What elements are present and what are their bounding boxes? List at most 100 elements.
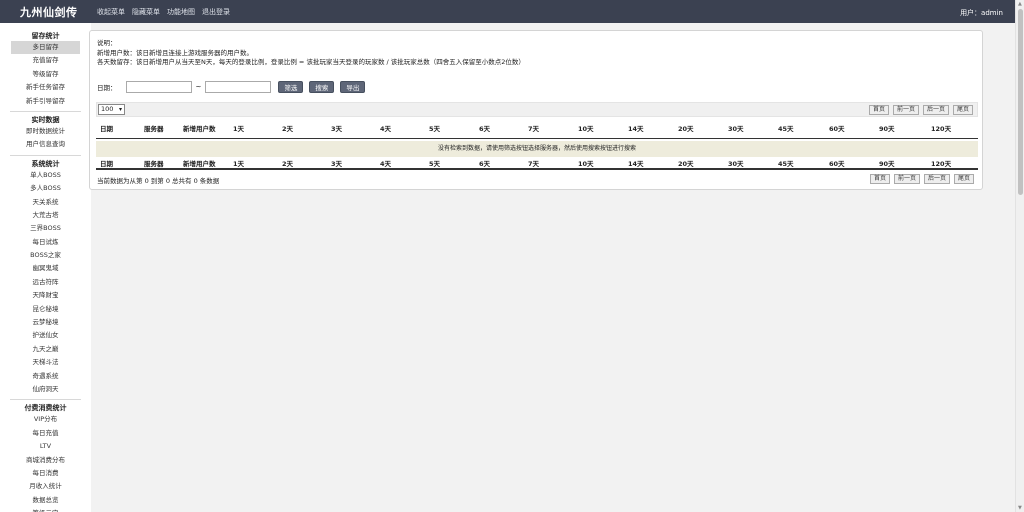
column-header[interactable]: 30天 [728,119,744,139]
sidebar-item[interactable]: 昆仑秘境 [0,303,91,316]
scroll-thumb[interactable] [1018,9,1023,195]
pager-next-button[interactable]: 后一页 [922,105,949,115]
column-header[interactable]: 2天 [282,119,293,139]
sidebar-item[interactable]: 每日充值 [0,427,91,440]
column-header[interactable]: 20天 [678,158,694,170]
sidebar-item[interactable]: 等级元宝 [0,507,91,512]
column-header[interactable]: 4天 [380,119,391,139]
pager-first-button[interactable]: 首页 [869,174,890,184]
column-header[interactable]: 30天 [728,158,744,170]
start-date-input[interactable] [125,81,192,93]
sidebar-item[interactable]: 等级留存 [0,68,91,81]
sidebar-item[interactable]: 奇遇系统 [0,370,91,383]
column-header[interactable]: 60天 [829,119,845,139]
column-header[interactable]: 4天 [380,158,391,170]
page-scrollbar[interactable]: ▲ ▼ [1015,0,1024,512]
column-header[interactable]: 日期 [100,119,113,139]
sidebar-item[interactable]: 幽冥鬼域 [0,262,91,275]
sidebar-item[interactable]: 充值留存 [0,54,91,67]
column-header[interactable]: 90天 [879,119,895,139]
pager-next-button[interactable]: 后一页 [923,174,950,184]
sidebar-item[interactable]: 九天之巅 [0,343,91,356]
column-header[interactable]: 7天 [528,158,539,170]
sidebar-item[interactable]: 新手引导留存 [0,95,91,108]
sidebar-group-title[interactable]: 付费消费统计 [0,403,91,413]
column-header[interactable]: 新增用户数 [183,158,216,170]
column-header[interactable]: 5天 [429,158,440,170]
column-header[interactable]: 45天 [778,119,794,139]
hide-menu-link[interactable]: 隐藏菜单 [132,7,160,17]
sidebar-item[interactable]: 月收入统计 [0,480,91,493]
sidebar-item[interactable]: 天关系统 [0,196,91,209]
column-header[interactable]: 3天 [331,119,342,139]
end-date-input[interactable] [205,81,272,93]
feature-map-link[interactable]: 功能地图 [167,7,195,17]
sidebar-item[interactable]: LTV [0,440,91,453]
pager-prev-button[interactable]: 前一页 [893,174,920,184]
pager-last-button[interactable]: 尾页 [952,105,973,115]
column-header[interactable]: 5天 [429,119,440,139]
pager-first-button[interactable]: 首页 [868,105,889,115]
collapse-menu-link[interactable]: 收起菜单 [97,7,125,17]
sidebar-item[interactable]: 云梦秘境 [0,316,91,329]
sidebar-item[interactable]: 每日试炼 [0,236,91,249]
sidebar-item[interactable]: 单人BOSS [0,169,91,182]
search-button[interactable]: 搜索 [309,81,335,93]
sidebar-item[interactable]: 仙府洞天 [0,383,91,396]
column-header[interactable]: 120天 [931,119,951,139]
sidebar-item[interactable]: BOSS之家 [0,249,91,262]
scroll-down-arrow-icon[interactable]: ▼ [1018,505,1022,511]
column-header[interactable]: 新增用户数 [183,119,216,139]
column-header[interactable]: 10天 [578,158,594,170]
pager-prev-button[interactable]: 前一页 [892,105,919,115]
column-header[interactable]: 7天 [528,119,539,139]
logout-link[interactable]: 退出登录 [202,7,230,17]
sidebar-item[interactable]: VIP分布 [0,413,91,426]
sidebar-item[interactable]: 天降财宝 [0,289,91,302]
column-header[interactable]: 1天 [233,158,244,170]
sidebar-item[interactable]: 数据总览 [0,494,91,507]
date-label: 日期： [97,84,117,92]
column-header[interactable]: 45天 [778,158,794,170]
column-header[interactable]: 2天 [282,158,293,170]
scroll-up-arrow-icon[interactable]: ▲ [1018,1,1022,7]
description-new-users: 新增用户数：该日新增且连接上游戏服务器的用户数。 [97,48,253,57]
sidebar-group-title[interactable]: 系统统计 [0,159,91,169]
sidebar-item[interactable]: 三界BOSS [0,222,91,235]
table-toolbar-bottom: 当前数据为从第 0 到第 0 总共有 0 条数据 首页 前一页 后一页 尾页 [96,172,978,187]
column-header[interactable]: 10天 [578,119,594,139]
column-header[interactable]: 6天 [479,119,490,139]
sidebar-item[interactable]: 用户信息查询 [0,138,91,151]
sidebar-item[interactable]: 即时数据统计 [0,125,91,138]
table-info: 当前数据为从第 0 到第 0 总共有 0 条数据 [97,177,220,185]
column-header[interactable]: 20天 [678,119,694,139]
column-header[interactable]: 3天 [331,158,342,170]
sidebar-item[interactable]: 天梯斗法 [0,356,91,369]
sidebar-item[interactable]: 护送仙女 [0,329,91,342]
export-button[interactable]: 导出 [340,81,366,93]
column-header[interactable]: 90天 [879,158,895,170]
column-header[interactable]: 60天 [829,158,845,170]
sidebar-item[interactable]: 商城消费分布 [0,454,91,467]
column-header[interactable]: 1天 [233,119,244,139]
top-nav: 收起菜单 隐藏菜单 功能地图 退出登录 [97,7,230,17]
page-size-select[interactable]: 100 ▾ [98,104,125,115]
column-header[interactable]: 14天 [628,119,644,139]
column-header[interactable]: 120天 [931,158,951,170]
sidebar-item[interactable]: 多日留存 [11,41,80,55]
sidebar-group-title[interactable]: 实时数据 [0,115,91,125]
sidebar-group-title[interactable]: 留存统计 [0,31,91,41]
user-info: 用户：admin [960,9,1003,17]
column-header[interactable]: 服务器 [144,158,164,170]
sidebar-item[interactable]: 每日消费 [0,467,91,480]
sidebar-item[interactable]: 多人BOSS [0,182,91,195]
column-header[interactable]: 日期 [100,158,113,170]
sidebar-item[interactable]: 远古符阵 [0,276,91,289]
sidebar-item[interactable]: 新手任务留存 [0,81,91,94]
filter-button[interactable]: 筛选 [278,81,304,93]
column-header[interactable]: 服务器 [144,119,164,139]
column-header[interactable]: 6天 [479,158,490,170]
column-header[interactable]: 14天 [628,158,644,170]
pager-last-button[interactable]: 尾页 [953,174,974,184]
sidebar-item[interactable]: 大荒古塔 [0,209,91,222]
